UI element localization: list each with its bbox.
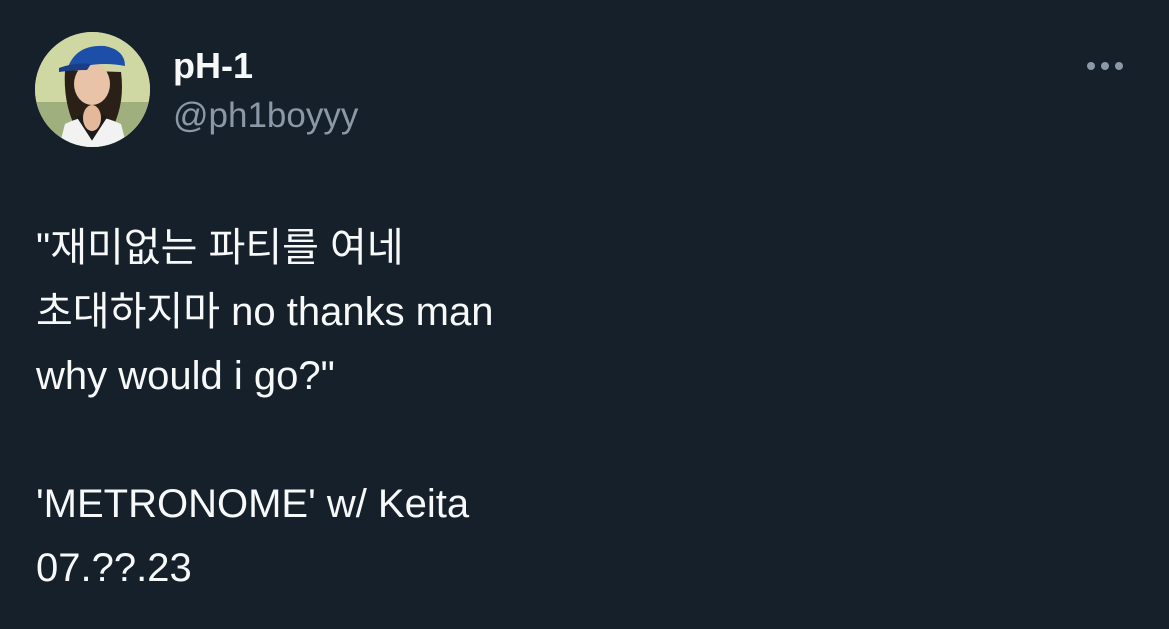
profile-photo-icon — [35, 32, 150, 147]
author-handle[interactable]: @ph1boyyy — [173, 94, 358, 138]
tweet-line: 07.??.23 — [36, 546, 192, 590]
ellipsis-icon — [1101, 62, 1109, 70]
ellipsis-icon — [1087, 62, 1095, 70]
tweet-line: 'METRONOME' w/ Keita — [36, 482, 470, 526]
tweet-text: "재미없는 파티를 여네 초대하지마 no thanks man why wou… — [36, 216, 1116, 600]
more-options-button[interactable] — [1080, 52, 1130, 80]
ellipsis-icon — [1115, 62, 1123, 70]
avatar[interactable] — [35, 32, 150, 147]
tweet-line: "재미없는 파티를 여네 — [36, 226, 404, 270]
tweet-line: 초대하지마 no thanks man — [36, 290, 494, 334]
tweet-line — [36, 408, 1116, 472]
author-display-name[interactable]: pH-1 — [173, 44, 253, 88]
tweet-card: pH-1 @ph1boyyy "재미없는 파티를 여네 초대하지마 no tha… — [0, 0, 1169, 629]
tweet-line: why would i go?" — [36, 354, 335, 398]
